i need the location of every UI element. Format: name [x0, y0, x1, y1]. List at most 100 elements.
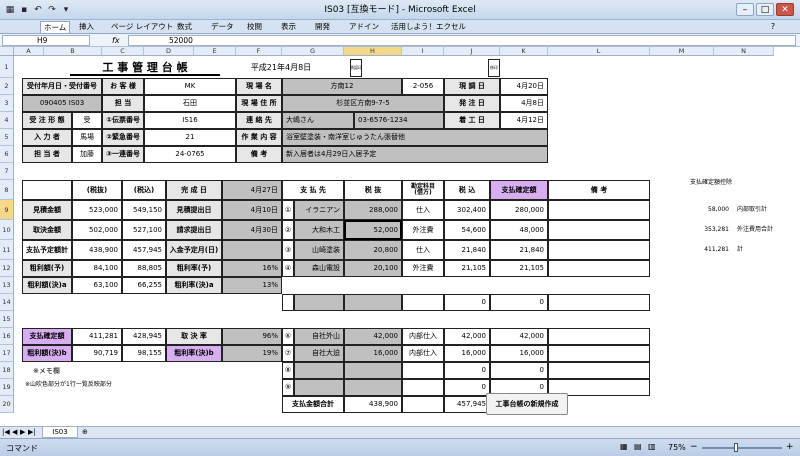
- payment-paid[interactable]: 16,000: [490, 345, 548, 362]
- row-header[interactable]: 20: [0, 396, 14, 413]
- zoom-in-button[interactable]: +: [786, 442, 794, 452]
- select-all-corner[interactable]: [0, 47, 14, 56]
- row-header[interactable]: 3: [0, 95, 14, 112]
- emergency-value[interactable]: 21: [144, 129, 236, 146]
- total-inc[interactable]: 457,945: [444, 396, 490, 413]
- payment-no[interactable]: [282, 294, 294, 311]
- row-header[interactable]: 1: [0, 56, 14, 78]
- column-header[interactable]: C: [102, 47, 144, 56]
- payment-remarks[interactable]: [548, 260, 650, 277]
- row-header[interactable]: 2: [0, 78, 14, 95]
- summary-label[interactable]: 支払予定額計: [22, 240, 72, 260]
- payment-ex[interactable]: 16,000: [344, 345, 402, 362]
- pay-to-header[interactable]: 支 払 先: [282, 180, 344, 200]
- payment-account[interactable]: 内部仕入: [402, 328, 444, 345]
- total-label[interactable]: 支払金額合計: [282, 396, 344, 413]
- row-header[interactable]: 14: [0, 294, 14, 311]
- payment-inc[interactable]: 16,000: [444, 345, 490, 362]
- tab-insert[interactable]: 挿入: [76, 21, 97, 33]
- tab-page-layout[interactable]: ページ レイアウト: [108, 21, 176, 33]
- column-header[interactable]: F: [236, 47, 282, 56]
- row-header[interactable]: 9: [0, 200, 14, 220]
- tab-home[interactable]: ホーム: [40, 21, 71, 33]
- zoom-level[interactable]: 75%: [668, 443, 686, 452]
- site-name-value[interactable]: 方南12: [282, 78, 402, 95]
- row-header[interactable]: 17: [0, 345, 14, 362]
- fx-icon[interactable]: fx: [112, 35, 120, 46]
- payment-no[interactable]: ⑥: [282, 328, 294, 345]
- site-address-value[interactable]: 杉並区方南9-7-5: [282, 95, 444, 112]
- payment-remarks[interactable]: [548, 200, 650, 220]
- payment-account[interactable]: 仕入: [402, 240, 444, 260]
- payment-account[interactable]: [402, 379, 444, 396]
- survey-date-value[interactable]: 4月20日: [500, 78, 548, 95]
- summary-ex-value[interactable]: 411,281: [72, 328, 122, 345]
- summary-ex-value[interactable]: 63,100: [72, 277, 122, 294]
- close-button[interactable]: ✕: [776, 3, 794, 16]
- payment-inc[interactable]: 54,600: [444, 220, 490, 240]
- payment-name[interactable]: 山崎塗装: [294, 240, 344, 260]
- payment-ex[interactable]: 42,000: [344, 328, 402, 345]
- total-ex[interactable]: 438,900: [344, 396, 402, 413]
- serial-value[interactable]: 24-0765: [144, 146, 236, 163]
- page-layout-view-icon[interactable]: ▤: [634, 442, 642, 451]
- payment-paid[interactable]: 0: [490, 362, 548, 379]
- summary-ex-value[interactable]: 502,000: [72, 220, 122, 240]
- staff-value[interactable]: 加藤: [72, 146, 102, 163]
- row-header[interactable]: 19: [0, 379, 14, 396]
- summary-value-2[interactable]: 13%: [222, 277, 282, 294]
- summary-in-value[interactable]: 428,945: [122, 328, 166, 345]
- row-header[interactable]: 10: [0, 220, 14, 240]
- row-header[interactable]: 12: [0, 260, 14, 277]
- row-header[interactable]: 6: [0, 146, 14, 163]
- payment-ex[interactable]: [344, 294, 402, 311]
- summary-label[interactable]: 粗利額(決)a: [22, 277, 72, 294]
- site-address-label[interactable]: 現 場 住 所: [236, 95, 282, 112]
- tab-formulas[interactable]: 数式: [174, 21, 195, 33]
- payment-name[interactable]: 自社大迫: [294, 345, 344, 362]
- tax-included-header[interactable]: (税込): [122, 180, 166, 200]
- payment-paid[interactable]: 21,840: [490, 240, 548, 260]
- worksheet-grid[interactable]: ABCDEFGHIJKLMN 1 2 3 4 5 6 7 8 9 10 11 12 13 14 15 16 17…: [0, 47, 800, 426]
- customer-label[interactable]: お 客 様: [102, 78, 144, 95]
- payment-inc[interactable]: 0: [444, 294, 490, 311]
- payment-remarks[interactable]: [548, 294, 650, 311]
- payment-name[interactable]: 自社外山: [294, 328, 344, 345]
- payment-inc[interactable]: 0: [444, 362, 490, 379]
- payment-account[interactable]: [402, 362, 444, 379]
- normal-view-icon[interactable]: ▦: [620, 442, 628, 451]
- payment-account[interactable]: 内部仕入: [402, 345, 444, 362]
- minimize-button[interactable]: –: [736, 3, 754, 16]
- payment-inc[interactable]: 302,400: [444, 200, 490, 220]
- tax-excluded-header-2[interactable]: 税 抜: [344, 180, 402, 200]
- payment-name[interactable]: [294, 379, 344, 396]
- column-header[interactable]: M: [650, 47, 714, 56]
- zoom-out-button[interactable]: −: [690, 442, 698, 452]
- complete-date-label[interactable]: 完 成 日: [166, 180, 222, 200]
- start-date-value[interactable]: 4月12日: [500, 112, 548, 129]
- person-label[interactable]: 担 当: [102, 95, 144, 112]
- note-value[interactable]: 新入居者は4月29日入居予定: [282, 146, 548, 163]
- payment-inc[interactable]: 0: [444, 379, 490, 396]
- payment-name[interactable]: [294, 362, 344, 379]
- payment-no[interactable]: ②: [282, 220, 294, 240]
- summary-value-2[interactable]: 16%: [222, 260, 282, 277]
- next-sheet-nav-icon[interactable]: ▶: [20, 428, 25, 436]
- contact-name-value[interactable]: 大嶋さん: [282, 112, 354, 129]
- payment-name[interactable]: 森山電設: [294, 260, 344, 277]
- payment-ex[interactable]: 20,800: [344, 240, 402, 260]
- payment-no[interactable]: ⑨: [282, 379, 294, 396]
- payment-account[interactable]: 仕入: [402, 200, 444, 220]
- column-header[interactable]: J: [444, 47, 500, 56]
- customer-value[interactable]: MK: [144, 78, 236, 95]
- first-sheet-nav-icon[interactable]: |◀: [2, 428, 10, 436]
- column-header[interactable]: E: [194, 47, 236, 56]
- payment-paid[interactable]: 48,000: [490, 220, 548, 240]
- column-header[interactable]: I: [402, 47, 444, 56]
- payment-no[interactable]: ①: [282, 200, 294, 220]
- prev-sheet-nav-icon[interactable]: ◀: [12, 428, 17, 436]
- tab-addins[interactable]: アドイン: [346, 21, 382, 33]
- receipt-label[interactable]: 受付年月日・受付番号: [22, 78, 102, 95]
- payment-account[interactable]: [402, 294, 444, 311]
- start-date-label[interactable]: 着 工 日: [444, 112, 500, 129]
